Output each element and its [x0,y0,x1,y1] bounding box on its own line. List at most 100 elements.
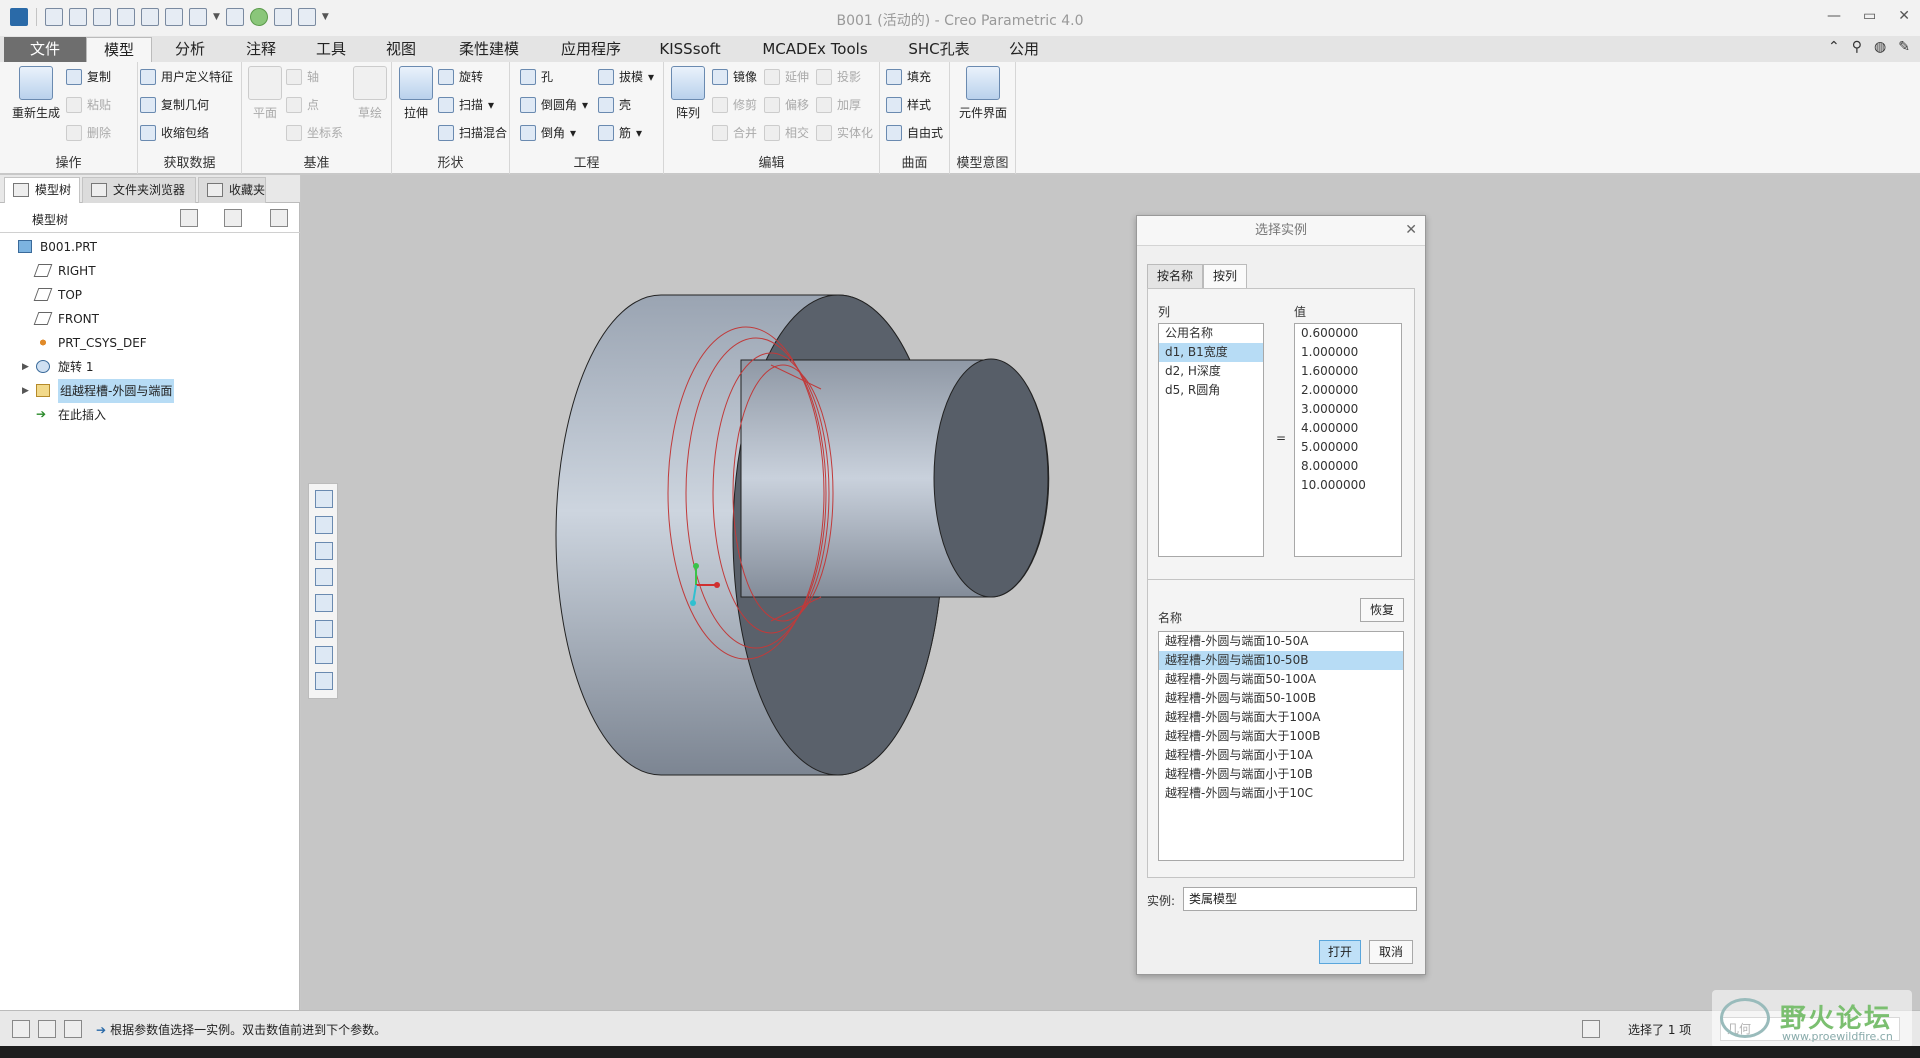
list-item[interactable]: 5.000000 [1295,438,1401,457]
list-item[interactable]: 越程槽-外圆与端面小于10C [1159,784,1403,803]
browser-toggle-icon[interactable] [38,1020,56,1038]
tab-5[interactable]: 视图 [366,37,436,62]
list-item[interactable]: 越程槽-外圆与端面大于100A [1159,708,1403,727]
tree-node[interactable]: ➔ 在此插入 [0,403,300,427]
tab-7[interactable]: 应用程序 [542,37,640,62]
graphics-window[interactable] [301,175,1920,1010]
list-item[interactable]: 2.000000 [1295,381,1401,400]
annotation-display-icon[interactable] [315,646,333,664]
list-item[interactable]: 8.000000 [1295,457,1401,476]
view-manager-icon[interactable] [315,594,333,612]
restore-button[interactable]: 恢复 [1360,598,1404,622]
list-item[interactable]: 4.000000 [1295,419,1401,438]
tree-node[interactable]: ▶ 旋转 1 [0,355,300,379]
tree-filter-icon[interactable] [270,209,288,227]
list-item[interactable]: d2, H深度 [1159,362,1263,381]
group-label[interactable]: 操作 [0,152,137,171]
expand-icon[interactable]: ▶ [22,355,29,379]
axis-button[interactable]: 轴 [286,66,319,88]
paste-button[interactable]: 粘贴 [66,94,111,116]
fullscreen-icon[interactable] [64,1020,82,1038]
list-item[interactable]: 越程槽-外圆与端面50-100B [1159,689,1403,708]
list-item[interactable]: 10.000000 [1295,476,1401,495]
tab-favorites[interactable]: 收藏夹 [198,177,266,203]
datum-display-icon[interactable] [315,620,333,638]
list-item[interactable]: 公用名称 [1159,324,1263,343]
zoom-icon[interactable] [315,490,333,508]
csys-button[interactable]: 坐标系 [286,122,343,144]
display-style-icon[interactable] [315,542,333,560]
delete-button[interactable]: 删除 [66,122,111,144]
extend-button[interactable]: 延伸 [764,66,809,88]
expand-icon[interactable]: ▶ [22,379,29,403]
chamfer-button[interactable]: 倒角 ▾ [520,122,576,144]
model-view[interactable] [301,175,1920,1010]
tab-8[interactable]: KISSsoft [640,37,740,62]
point-button[interactable]: 点 [286,94,319,116]
help-icon[interactable]: ◍ [1874,39,1886,55]
copy-button[interactable]: 复制 [66,66,111,88]
tab-by-name[interactable]: 按名称 [1147,264,1204,288]
tab-1[interactable]: 模型 [86,37,152,62]
list-item[interactable]: 越程槽-外圆与端面50-100A [1159,670,1403,689]
sweep-button[interactable]: 扫描 ▾ [438,94,494,116]
thicken-button[interactable]: 加厚 [816,94,861,116]
list-item[interactable]: 越程槽-外圆与端面小于10A [1159,746,1403,765]
tab-folder-browser[interactable]: 文件夹浏览器 [82,177,196,203]
pattern-button[interactable]: 阵列 [670,66,706,121]
saved-orientations-icon[interactable] [315,568,333,586]
tab-9[interactable]: MCADEx Tools [740,37,890,62]
group-label[interactable]: 形状 [392,152,509,171]
small-end-face[interactable] [933,358,1049,598]
show-icon[interactable] [224,209,242,227]
swept-blend-button[interactable]: 扫描混合 [438,122,507,144]
cancel-button[interactable]: 取消 [1369,940,1413,964]
solidify-button[interactable]: 实体化 [816,122,873,144]
intersect-button[interactable]: 相交 [764,122,809,144]
group-label[interactable]: 模型意图 [950,152,1015,171]
offset-button[interactable]: 偏移 [764,94,809,116]
close-icon[interactable]: ✕ [1405,222,1417,238]
minimize-icon[interactable]: — [1827,8,1841,24]
regenerate-button[interactable]: 重新生成 [8,66,64,121]
round-button[interactable]: 倒圆角 ▾ [520,94,588,116]
list-item[interactable]: 1.000000 [1295,343,1401,362]
component-interface-button[interactable]: 元件界面 [954,66,1012,121]
list-item[interactable]: 越程槽-外圆与端面大于100B [1159,727,1403,746]
list-item[interactable]: 越程槽-外圆与端面10-50A [1159,632,1403,651]
group-label[interactable]: 编辑 [664,152,879,171]
refit-icon[interactable] [315,516,333,534]
list-item[interactable]: d1, B1宽度 [1159,343,1263,362]
sketch-button[interactable]: 草绘 [350,66,390,121]
fill-button[interactable]: 填充 [886,66,931,88]
tree-node[interactable]: ▶ 组越程槽-外圆与端面 [0,379,300,403]
style-button[interactable]: 样式 [886,94,931,116]
spin-center-icon[interactable] [315,672,333,690]
plane-button[interactable]: 平面 [244,66,286,121]
value-list[interactable]: 0.600000 1.000000 1.600000 2.000000 3.000000… [1294,323,1402,557]
navigator-toggle-icon[interactable] [12,1020,30,1038]
tab-10[interactable]: SHC孔表 [890,37,988,62]
open-button[interactable]: 打开 [1319,940,1361,964]
list-item[interactable]: 越程槽-外圆与端面小于10B [1159,765,1403,784]
list-item[interactable]: 1.600000 [1295,362,1401,381]
list-item[interactable]: 0.600000 [1295,324,1401,343]
tab-by-column[interactable]: 按列 [1203,264,1248,288]
pin-icon[interactable]: ✎ [1898,39,1910,55]
extrude-button[interactable]: 拉伸 [396,66,436,121]
tree-node[interactable]: FRONT [0,307,300,331]
project-button[interactable]: 投影 [816,66,861,88]
group-label[interactable]: 曲面 [880,152,949,171]
tree-node[interactable]: RIGHT [0,259,300,283]
collapse-ribbon-icon[interactable]: ⌃ [1828,39,1840,55]
tab-0[interactable]: 文件 [4,37,86,62]
tab-3[interactable]: 注释 [226,37,296,62]
trim-button[interactable]: 修剪 [712,94,757,116]
instance-field[interactable]: 类属模型 [1183,887,1417,911]
merge-button[interactable]: 合并 [712,122,757,144]
mirror-button[interactable]: 镜像 [712,66,757,88]
close-icon[interactable]: ✕ [1898,8,1910,24]
column-list[interactable]: 公用名称 d1, B1宽度 d2, H深度 d5, R圆角 [1158,323,1264,557]
tab-6[interactable]: 柔性建模 [436,37,542,62]
tree-node[interactable]: TOP [0,283,300,307]
